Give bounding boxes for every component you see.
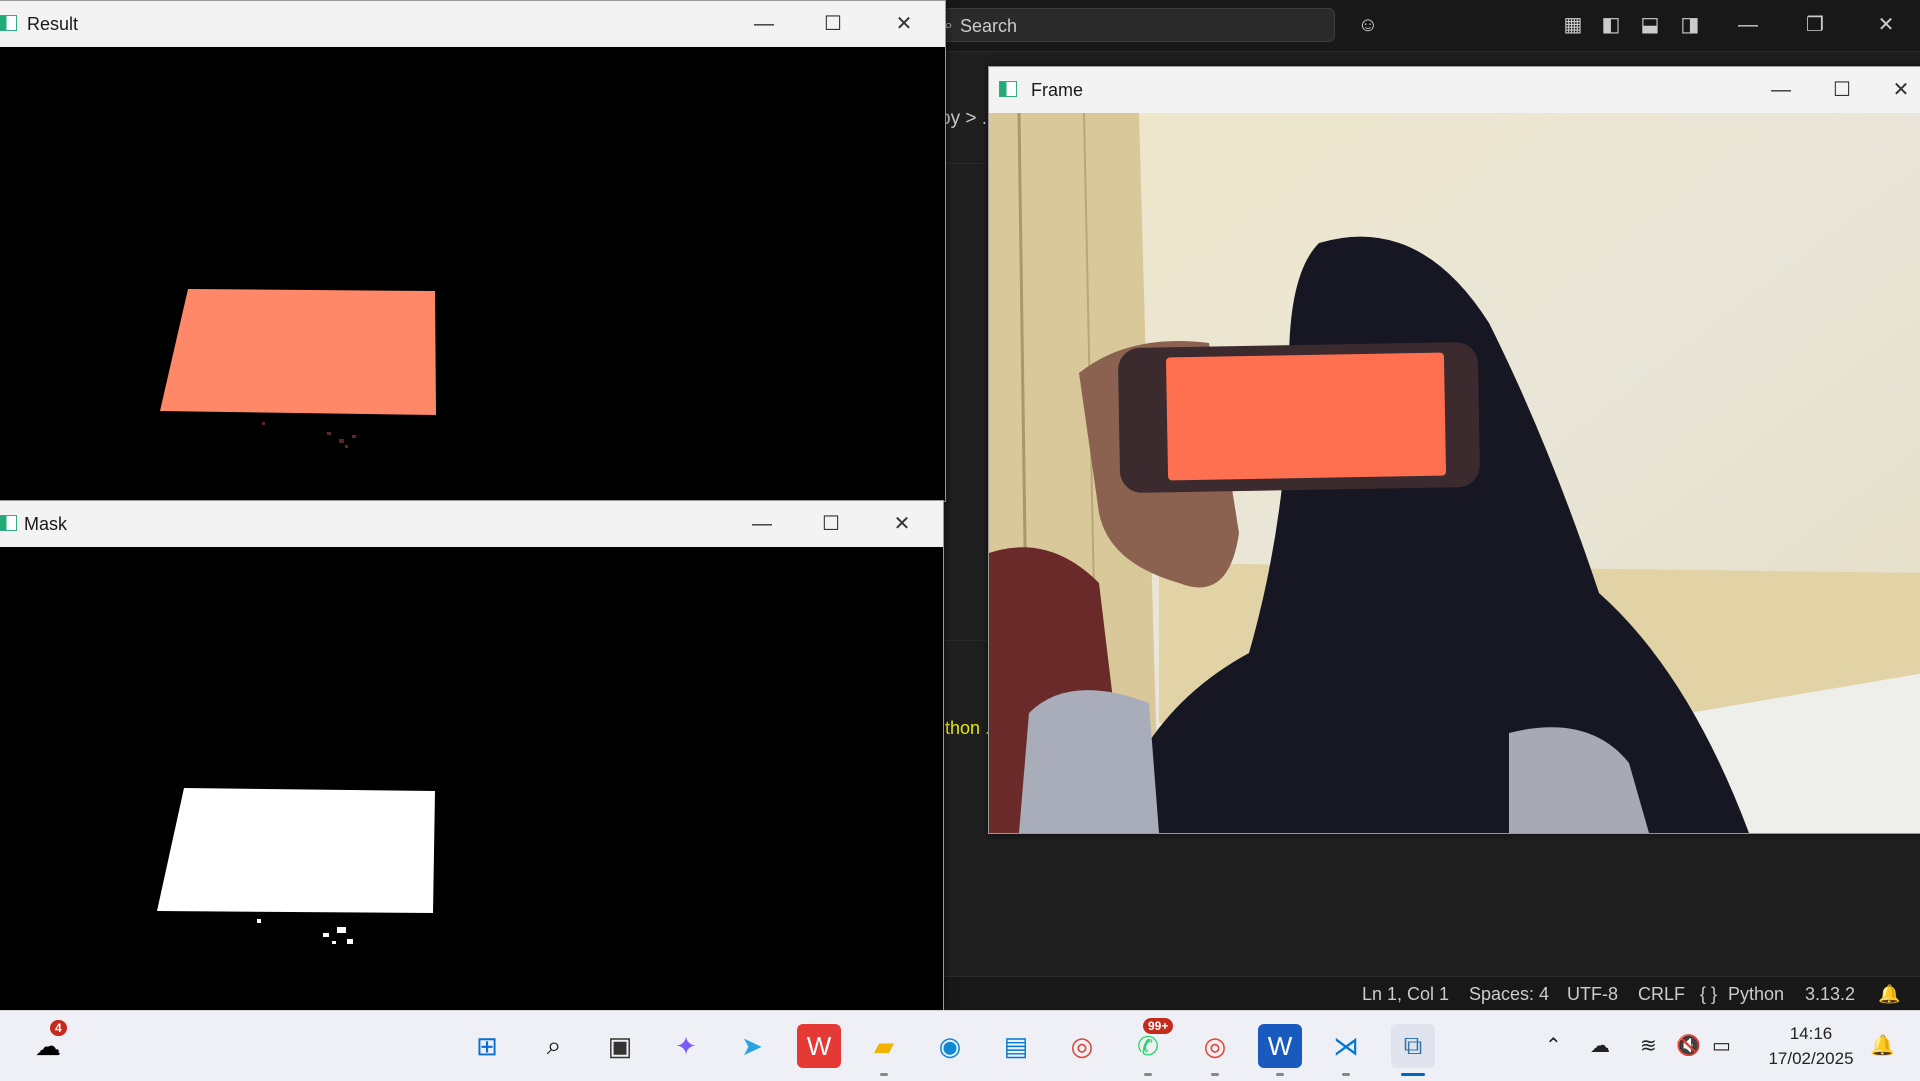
opencv-window-icon	[0, 515, 17, 531]
status-indentation[interactable]: Spaces: 4	[1469, 977, 1549, 1011]
taskbar: ☁ 4 ⊞ ⌕ ▣ ✦ ➤ W ▰ ◉ ▤ ◎ ✆ 99+ ◎ W ⋊ ⧉ ⌃ …	[0, 1010, 1920, 1081]
running-indicator	[1342, 1073, 1350, 1076]
clock-time: 14:16	[1789, 1024, 1833, 1043]
vscode-icon[interactable]: ⋊	[1324, 1024, 1368, 1068]
mask-white-region	[157, 788, 435, 913]
frame-window[interactable]: Frame — ☐ ✕	[988, 66, 1920, 834]
restore-icon[interactable]: ❐	[1797, 0, 1833, 51]
opencv-window-icon	[0, 15, 17, 31]
chrome-icon[interactable]: ◎	[1060, 1024, 1104, 1068]
mask-titlebar[interactable]: Mask — ☐ ✕	[0, 501, 943, 547]
volume-muted-icon[interactable]: 🔇	[1676, 1011, 1701, 1081]
notification-badge: 4	[50, 1020, 67, 1036]
toggle-sidebar-icon[interactable]: ◧	[1593, 0, 1629, 51]
copilot-chat-icon[interactable]: ☺	[1350, 0, 1386, 51]
frame-titlebar[interactable]: Frame — ☐ ✕	[989, 67, 1920, 113]
status-eol[interactable]: CRLF	[1638, 977, 1685, 1011]
search-placeholder: Search	[960, 16, 1018, 36]
result-detected-region	[160, 289, 436, 415]
battery-icon[interactable]: ▭	[1712, 1011, 1731, 1081]
maximize-button[interactable]: ☐	[1819, 67, 1865, 113]
status-cursor-position[interactable]: Ln 1, Col 1	[1362, 977, 1449, 1011]
telegram-icon[interactable]: ➤	[730, 1024, 774, 1068]
opencv-window-icon	[999, 81, 1017, 97]
window-title: Frame	[1031, 80, 1084, 100]
close-button[interactable]: ✕	[879, 501, 925, 547]
result-noise	[262, 422, 356, 448]
chrome-profile-icon[interactable]: ◎	[1193, 1024, 1237, 1068]
toggle-panel-icon[interactable]: ⬓	[1632, 0, 1668, 51]
weather-widget-icon[interactable]: ☁ 4	[26, 1020, 70, 1068]
webcam-scene	[989, 113, 1920, 833]
task-view-icon[interactable]: ▣	[598, 1024, 642, 1068]
close-button[interactable]: ✕	[881, 1, 927, 47]
python-icon[interactable]: ⧉	[1391, 1024, 1435, 1068]
word-icon[interactable]: W	[1258, 1024, 1302, 1068]
clock[interactable]: 14:16 17/02/2025	[1756, 1021, 1866, 1071]
mask-image	[0, 547, 943, 1011]
minimize-button[interactable]: —	[739, 501, 785, 547]
phone-screen	[1166, 352, 1446, 481]
wps-icon[interactable]: W	[797, 1024, 841, 1068]
breadcrumb[interactable]: py > .	[940, 108, 987, 130]
result-titlebar[interactable]: Result — ☐ ✕	[0, 1, 945, 47]
window-title: Mask	[24, 514, 68, 534]
running-indicator	[1276, 1073, 1284, 1076]
result-image	[0, 47, 945, 501]
minimize-button[interactable]: —	[741, 1, 787, 47]
status-encoding[interactable]: UTF-8	[1567, 977, 1618, 1011]
wifi-icon[interactable]: ≋	[1640, 1011, 1657, 1081]
onedrive-icon[interactable]: ☁	[1590, 1011, 1610, 1081]
bell-icon[interactable]: 🔔	[1878, 977, 1900, 1011]
toggle-secondary-sidebar-icon[interactable]: ◨	[1672, 0, 1708, 51]
file-explorer-icon[interactable]: ▰	[862, 1024, 906, 1068]
whatsapp-icon[interactable]: ✆ 99+	[1126, 1018, 1174, 1068]
minimize-icon[interactable]: —	[1730, 0, 1766, 51]
minimize-button[interactable]: —	[1758, 67, 1804, 113]
maximize-button[interactable]: ☐	[808, 501, 854, 547]
camera-frame-image	[989, 113, 1920, 833]
running-indicator	[880, 1073, 888, 1076]
maximize-button[interactable]: ☐	[810, 1, 856, 47]
start-icon[interactable]: ⊞	[465, 1024, 509, 1068]
active-indicator	[1401, 1073, 1425, 1076]
close-icon[interactable]: ✕	[1868, 0, 1904, 51]
mask-noise	[257, 919, 353, 944]
chevron-up-icon[interactable]: ⌃	[1545, 1011, 1562, 1081]
language-braces-icon: { }	[1700, 984, 1718, 1004]
running-indicator	[1144, 1073, 1152, 1076]
notification-badge: 99+	[1143, 1018, 1174, 1034]
clock-date: 17/02/2025	[1768, 1049, 1854, 1068]
running-indicator	[1211, 1073, 1219, 1076]
copilot-icon[interactable]: ✦	[664, 1024, 708, 1068]
notifications-icon[interactable]: 🔔	[1870, 1011, 1895, 1081]
status-python-version[interactable]: 3.13.2	[1805, 977, 1855, 1011]
result-window[interactable]: Result — ☐ ✕	[0, 0, 946, 502]
window-title: Result	[27, 14, 79, 34]
close-button[interactable]: ✕	[1878, 67, 1920, 113]
terminal-text: thon .	[945, 718, 991, 738]
mask-window[interactable]: Mask — ☐ ✕	[0, 500, 944, 1012]
status-language[interactable]: Python	[1728, 977, 1784, 1011]
store-icon[interactable]: ▤	[994, 1024, 1038, 1068]
search-icon[interactable]: ⌕	[532, 1024, 576, 1068]
customize-layout-icon[interactable]: ▦	[1555, 0, 1591, 51]
vscode-search-box[interactable]: ⌕ Search	[937, 8, 1335, 42]
edge-icon[interactable]: ◉	[928, 1024, 972, 1068]
